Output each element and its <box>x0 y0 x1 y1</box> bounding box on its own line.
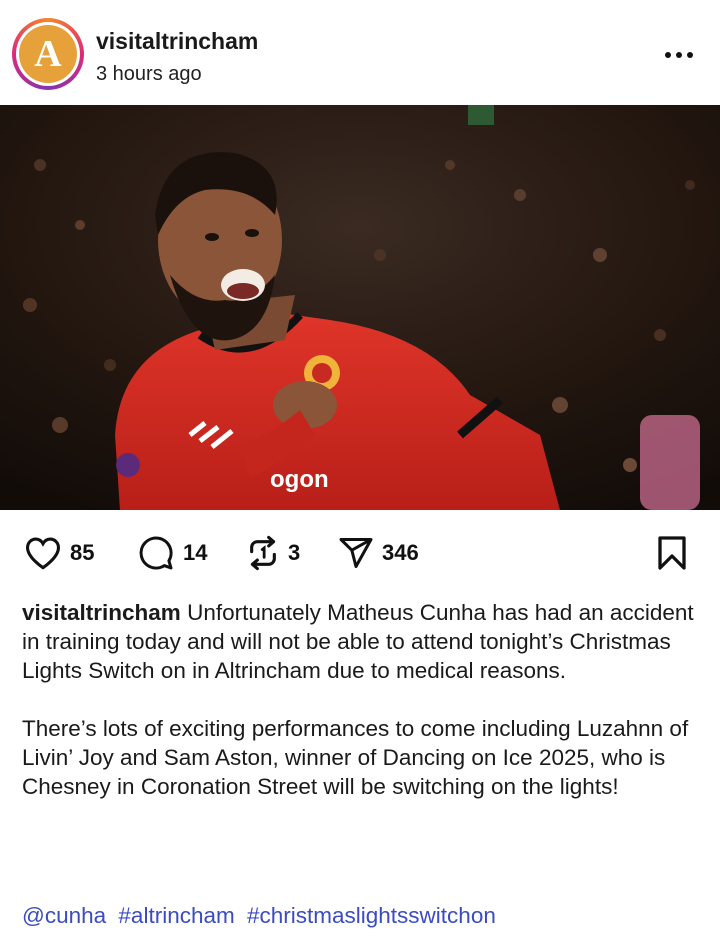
comments-count: 14 <box>183 540 208 565</box>
action-bar: 85 14 3 346 <box>0 525 720 581</box>
share-action[interactable]: 346 <box>338 525 419 581</box>
caption-username[interactable]: visitaltrincham <box>22 600 181 625</box>
post-caption: visitaltrincham Unfortunately Matheus Cu… <box>22 598 702 801</box>
post-header: A visitaltrincham 3 hours ago <box>0 0 720 105</box>
comment-action[interactable]: 14 <box>137 525 207 581</box>
like-action[interactable]: 85 <box>24 525 94 581</box>
comment-icon[interactable] <box>137 535 175 571</box>
sponsor-text: ogon <box>270 466 329 493</box>
avatar-story-ring[interactable]: A <box>12 18 84 90</box>
footballer-celebration-image: ogon <box>0 105 720 510</box>
hashtag-link[interactable]: #altrincham <box>118 903 234 928</box>
caption-tags: @cunha #altrincham #christmaslightsswitc… <box>22 903 502 929</box>
hashtag-link[interactable]: #christmaslightsswitchon <box>247 903 496 928</box>
post-photo[interactable]: ogon <box>0 105 720 510</box>
bookmark-icon[interactable] <box>656 535 688 571</box>
repost-action[interactable]: 3 <box>246 525 300 581</box>
more-options-icon[interactable] <box>662 40 696 70</box>
likes-count: 85 <box>70 540 95 565</box>
repost-icon[interactable] <box>246 534 280 572</box>
reposts-count: 3 <box>288 540 301 565</box>
post-timestamp: 3 hours ago <box>96 63 202 85</box>
caption-paragraph-1: visitaltrincham Unfortunately Matheus Cu… <box>22 598 702 685</box>
caption-paragraph-2: There’s lots of exciting performances to… <box>22 716 689 799</box>
shares-count: 346 <box>382 540 419 565</box>
heart-icon[interactable] <box>24 536 62 570</box>
send-icon[interactable] <box>338 535 374 571</box>
save-action[interactable] <box>656 525 688 581</box>
mention-link[interactable]: @cunha <box>22 903 106 928</box>
post-username[interactable]: visitaltrincham <box>96 28 258 55</box>
avatar[interactable]: A <box>19 25 77 83</box>
